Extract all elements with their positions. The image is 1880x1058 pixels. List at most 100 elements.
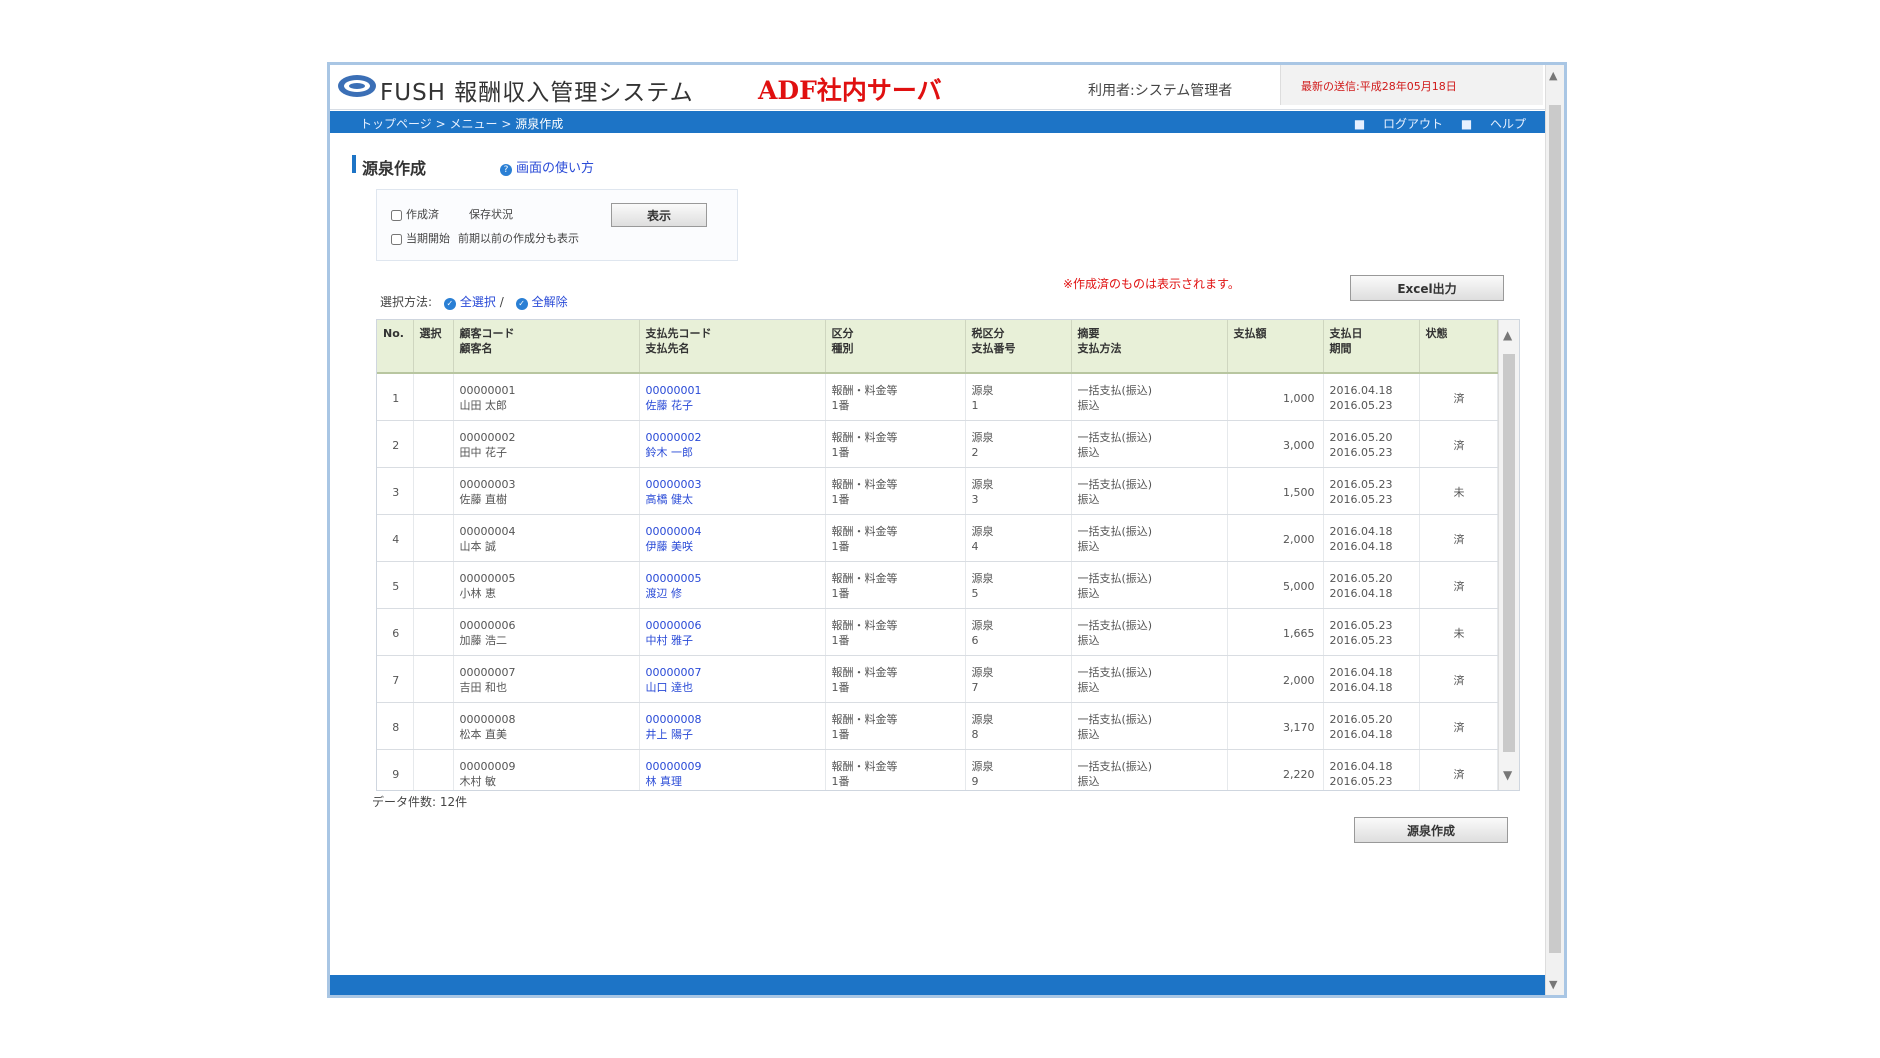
amount-cell: 5,000 <box>1227 561 1324 609</box>
filter-row-created: 作成済 保存状況 <box>391 206 513 222</box>
notice-text: 最新の送信:平成28年05月18日 <box>1301 80 1457 93</box>
kind-cell: 報酬・料金等 1番 <box>825 420 966 468</box>
row-number: 8 <box>377 702 414 750</box>
kind-cell: 報酬・料金等 1番 <box>825 608 966 656</box>
row-select-cell[interactable] <box>413 514 454 562</box>
table-row[interactable]: 1 00000001 山田 太郎 00000001 佐藤 花子 報酬・料金等 1番 源泉 1 一括… <box>377 373 1498 421</box>
payee-link[interactable]: 00000003 高橋 健太 <box>639 467 826 515</box>
row-number: 3 <box>377 467 414 515</box>
payee-link[interactable]: 00000005 渡辺 修 <box>639 561 826 609</box>
status-cell: 済 <box>1419 702 1498 750</box>
amount-cell: 3,000 <box>1227 420 1324 468</box>
table-row[interactable]: 7 00000007 吉田 和也 00000007 山口 達也 報酬・料金等 1番 源泉 7 一括… <box>377 655 1498 703</box>
memo-cell: 一括支払(振込) 振込 <box>1071 561 1228 609</box>
row-number: 5 <box>377 561 414 609</box>
tax-cell: 源泉 7 <box>965 655 1072 703</box>
row-number: 2 <box>377 420 414 468</box>
date-cell: 2016.04.18 2016.04.18 <box>1323 655 1420 703</box>
clear-all-link[interactable]: 全解除 <box>532 295 568 309</box>
row-select-cell[interactable] <box>413 467 454 515</box>
help-link-top[interactable]: ■ ヘルプ <box>1461 117 1526 131</box>
customer-cell: 00000005 小林 恵 <box>453 561 640 609</box>
tax-cell: 源泉 2 <box>965 420 1072 468</box>
status-cell: 未 <box>1419 608 1498 656</box>
row-select-cell[interactable] <box>413 655 454 703</box>
scroll-down-icon[interactable]: ▼ <box>1503 768 1512 782</box>
page-title: 源泉作成 <box>362 159 427 178</box>
breadcrumb-menu[interactable]: メニュー <box>449 117 497 131</box>
row-number: 7 <box>377 655 414 703</box>
customer-cell: 00000001 山田 太郎 <box>453 373 640 421</box>
table-row[interactable]: 8 00000008 松本 直美 00000008 井上 陽子 報酬・料金等 1番 源泉 8 一括… <box>377 702 1498 750</box>
check-all-icon: ✓ <box>443 298 456 310</box>
footer-bar <box>330 975 1546 995</box>
column-header-4: 区分 種別 <box>825 320 966 374</box>
table-row[interactable]: 5 00000005 小林 恵 00000005 渡辺 修報酬・料金等 1番 源泉 5 一括支払… <box>377 561 1498 609</box>
kind-cell: 報酬・料金等 1番 <box>825 373 966 421</box>
excel-export-button[interactable]: Excel出力 <box>1350 275 1504 301</box>
breadcrumb-top[interactable]: トップページ <box>360 117 432 131</box>
table-row[interactable]: 2 00000002 田中 花子 00000002 鈴木 一郎 報酬・料金等 1番 源泉 2 一括… <box>377 420 1498 468</box>
window-scroll-down-icon[interactable]: ▼ <box>1549 978 1557 991</box>
scroll-up-icon[interactable]: ▲ <box>1503 328 1512 342</box>
kind-cell: 報酬・料金等 1番 <box>825 561 966 609</box>
create-withholding-button[interactable]: 源泉作成 <box>1354 817 1508 843</box>
record-count: データ件数: 12件 <box>372 795 468 809</box>
payee-link[interactable]: 00000006 中村 雅子 <box>639 608 826 656</box>
customer-cell: 00000008 松本 直美 <box>453 702 640 750</box>
row-select-cell[interactable] <box>413 608 454 656</box>
table-scrollbar[interactable]: ▲ ▼ <box>1498 320 1519 790</box>
payee-link[interactable]: 00000008 井上 陽子 <box>639 702 826 750</box>
window-scroll-up-icon[interactable]: ▲ <box>1549 69 1557 82</box>
payee-link[interactable]: 00000002 鈴木 一郎 <box>639 420 826 468</box>
table-row[interactable]: 3 00000003 佐藤 直樹 00000003 高橋 健太 報酬・料金等 1番 源泉 3 一括… <box>377 467 1498 515</box>
customer-cell: 00000003 佐藤 直樹 <box>453 467 640 515</box>
status-cell: 済 <box>1419 655 1498 703</box>
payee-link[interactable]: 00000009 林 真理 <box>639 749 826 790</box>
select-all-link[interactable]: 全選択 <box>460 295 496 309</box>
memo-cell: 一括支払(振込) 振込 <box>1071 608 1228 656</box>
row-select-cell[interactable] <box>413 561 454 609</box>
nav-right: ■ ログアウト ■ ヘルプ <box>1340 115 1526 132</box>
breadcrumb: トップページ > メニュー > 源泉作成 <box>360 117 564 131</box>
amount-cell: 3,170 <box>1227 702 1324 750</box>
customer-cell: 00000006 加藤 浩二 <box>453 608 640 656</box>
tax-cell: 源泉 8 <box>965 702 1072 750</box>
row-select-cell[interactable] <box>413 749 454 790</box>
breadcrumb-current: 源泉作成 <box>515 117 564 131</box>
row-number: 6 <box>377 608 414 656</box>
scroll-thumb[interactable] <box>1503 354 1515 752</box>
navbar: トップページ > メニュー > 源泉作成 ■ ログアウト ■ ヘルプ <box>330 111 1546 133</box>
clear-all-icon: ✓ <box>515 298 528 310</box>
row-select-cell[interactable] <box>413 373 454 421</box>
usage-help-link[interactable]: ? 画面の使い方 <box>500 157 594 176</box>
company-logo-icon <box>338 75 376 97</box>
payee-link[interactable]: 00000004 伊藤 美咲 <box>639 514 826 562</box>
logout-link[interactable]: ■ ログアウト <box>1354 117 1443 131</box>
date-cell: 2016.05.23 2016.05.23 <box>1323 467 1420 515</box>
table-row[interactable]: 9 00000009 木村 敏 00000009 林 真理 報酬・料金等 1番 源泉 9 一括支払… <box>377 749 1498 790</box>
payee-link[interactable]: 00000007 山口 達也 <box>639 655 826 703</box>
table-row[interactable]: 4 00000004 山本 誠 00000004 伊藤 美咲 報酬・料金等 1番 源泉 4 一括支… <box>377 514 1498 562</box>
date-cell: 2016.04.18 2016.04.18 <box>1323 514 1420 562</box>
question-icon: ? <box>500 164 512 176</box>
window-scrollbar[interactable]: ▲ ▼ <box>1545 65 1564 995</box>
amount-cell: 2,220 <box>1227 749 1324 790</box>
app-window: FUSH 報酬収入管理システム ADF社内サーバ 利用者:システム管理者 最新の… <box>327 62 1567 998</box>
warning-text: ※作成済のものは表示されます。 <box>1063 277 1240 291</box>
payee-link[interactable]: 00000001 佐藤 花子 <box>639 373 826 421</box>
period-checkbox[interactable] <box>391 233 402 245</box>
row-number: 9 <box>377 749 414 790</box>
row-select-cell[interactable] <box>413 420 454 468</box>
tax-cell: 源泉 4 <box>965 514 1072 562</box>
table-row[interactable]: 6 00000006 加藤 浩二 00000006 中村 雅子 報酬・料金等 1番 源泉 6 一括… <box>377 608 1498 656</box>
window-scroll-thumb[interactable] <box>1549 105 1561 953</box>
status-cell: 未 <box>1419 467 1498 515</box>
memo-cell: 一括支払(振込) 振込 <box>1071 467 1228 515</box>
customer-cell: 00000004 山本 誠 <box>453 514 640 562</box>
user-label: 利用者:システム管理者 <box>1088 83 1233 99</box>
notice-tab: 最新の送信:平成28年05月18日 <box>1280 65 1543 105</box>
show-button[interactable]: 表示 <box>611 203 707 227</box>
row-select-cell[interactable] <box>413 702 454 750</box>
created-checkbox[interactable] <box>391 209 402 221</box>
